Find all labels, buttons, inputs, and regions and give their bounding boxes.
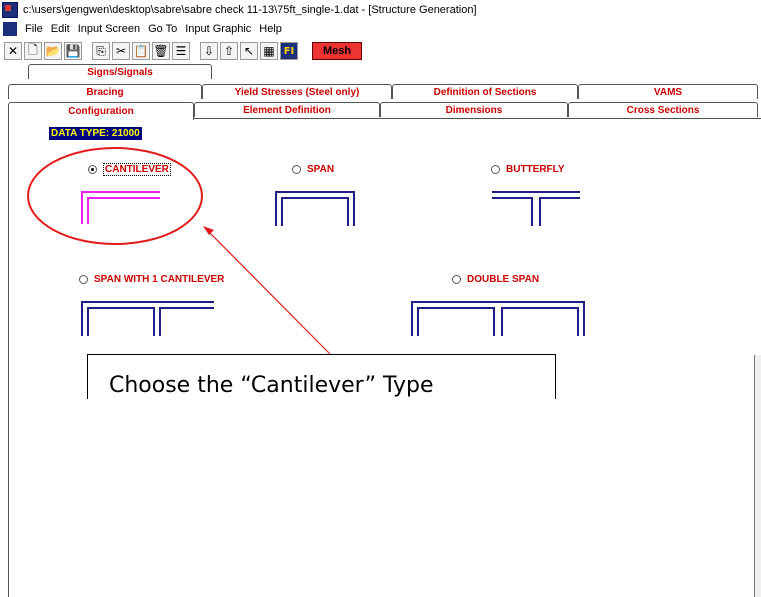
instruction-callout: Choose the “Cantilever” Type <box>87 354 556 399</box>
annotation-overlay <box>27 147 331 355</box>
annotation-arrowhead <box>203 226 214 235</box>
annotation-arrow-line <box>206 229 331 355</box>
tab-configuration[interactable]: Configuration <box>8 102 194 120</box>
callout-text: Choose the “Cantilever” Type <box>109 373 434 398</box>
highlight-ellipse <box>27 147 203 245</box>
